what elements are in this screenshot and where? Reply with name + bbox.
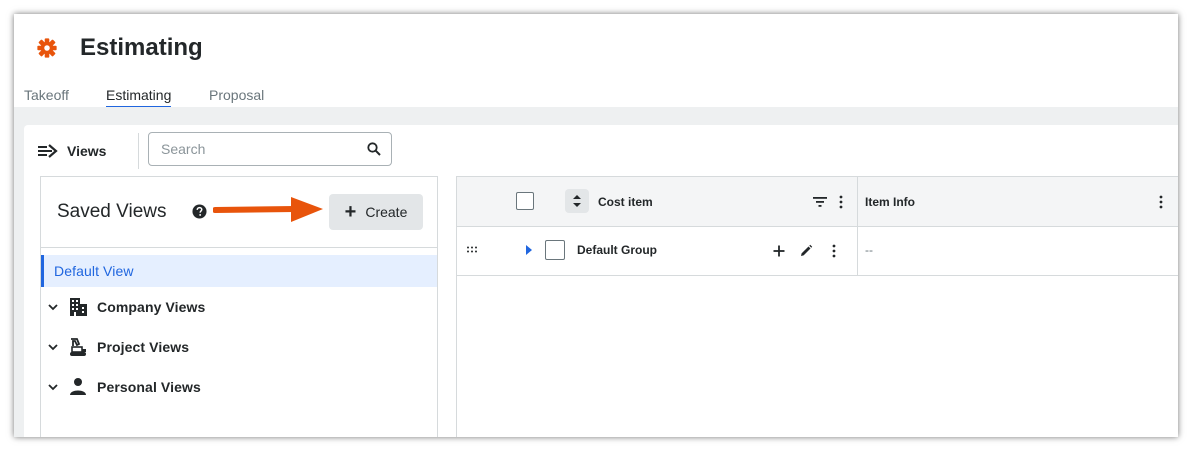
tree-item-project-views[interactable]: Project Views <box>41 331 437 363</box>
create-button[interactable]: + Create <box>329 194 423 230</box>
plus-icon: + <box>344 201 357 223</box>
search-icon[interactable] <box>367 142 381 156</box>
chevron-down-icon[interactable] <box>47 381 59 393</box>
gear-icon <box>37 38 57 58</box>
chevron-down-icon[interactable] <box>47 301 59 313</box>
app-header: Estimating Takeoff Estimating Proposal <box>14 14 1178 108</box>
tab-proposal[interactable]: Proposal <box>209 87 264 103</box>
row-checkbox[interactable] <box>545 240 565 260</box>
sort-button[interactable] <box>565 189 589 213</box>
building-icon <box>70 298 87 316</box>
views-toggle-button[interactable]: Views <box>38 140 106 162</box>
divider <box>41 247 437 248</box>
edit-pencil-icon[interactable] <box>798 243 814 259</box>
item-info-cell: -- <box>865 243 873 257</box>
saved-views-title: Saved Views <box>57 201 167 222</box>
filter-icon[interactable] <box>812 194 828 210</box>
tree-item-company-views[interactable]: Company Views <box>41 291 437 323</box>
views-label: Views <box>67 143 107 159</box>
caret-right-icon[interactable] <box>521 242 537 258</box>
select-all-checkbox[interactable] <box>516 192 534 210</box>
saved-view-label: Default View <box>54 263 134 279</box>
sort-icon <box>573 195 581 207</box>
create-button-label: Create <box>365 204 408 220</box>
tab-estimating[interactable]: Estimating <box>106 87 172 108</box>
estimate-grid: Cost item Item Info Default Group -- <box>456 176 1178 437</box>
row-group-name: Default Group <box>577 243 657 257</box>
more-vertical-icon[interactable] <box>1153 194 1169 210</box>
column-header-item-info[interactable]: Item Info <box>865 195 915 209</box>
tree-item-label: Project Views <box>97 339 190 355</box>
annotation-arrow <box>213 197 323 222</box>
more-vertical-icon[interactable] <box>826 243 842 259</box>
saved-views-panel: Saved Views + Create Default View Compan… <box>40 176 438 437</box>
tree-item-label: Personal Views <box>97 379 201 395</box>
tab-takeoff[interactable]: Takeoff <box>24 87 69 103</box>
person-icon <box>70 378 86 395</box>
column-header-cost-item[interactable]: Cost item <box>598 195 653 209</box>
help-circle-icon[interactable] <box>192 204 207 219</box>
plus-icon[interactable] <box>771 243 787 259</box>
toolbar-divider <box>138 133 139 169</box>
tree-item-label: Company Views <box>97 299 206 315</box>
column-divider <box>857 177 858 275</box>
tree-item-personal-views[interactable]: Personal Views <box>41 371 437 403</box>
crane-icon <box>70 338 86 356</box>
app-window: Estimating Takeoff Estimating Proposal V… <box>14 14 1178 437</box>
arrow-right-lines-icon <box>38 144 58 158</box>
saved-view-default[interactable]: Default View <box>41 255 437 287</box>
search-box <box>148 132 392 166</box>
page-title: Estimating <box>80 34 203 61</box>
drag-handle-icon[interactable] <box>465 242 481 258</box>
grid-header: Cost item Item Info <box>457 177 1178 227</box>
chevron-down-icon[interactable] <box>47 341 59 353</box>
table-row[interactable]: Default Group -- <box>457 226 1178 276</box>
more-vertical-icon[interactable] <box>833 194 849 210</box>
search-input[interactable] <box>150 134 361 164</box>
